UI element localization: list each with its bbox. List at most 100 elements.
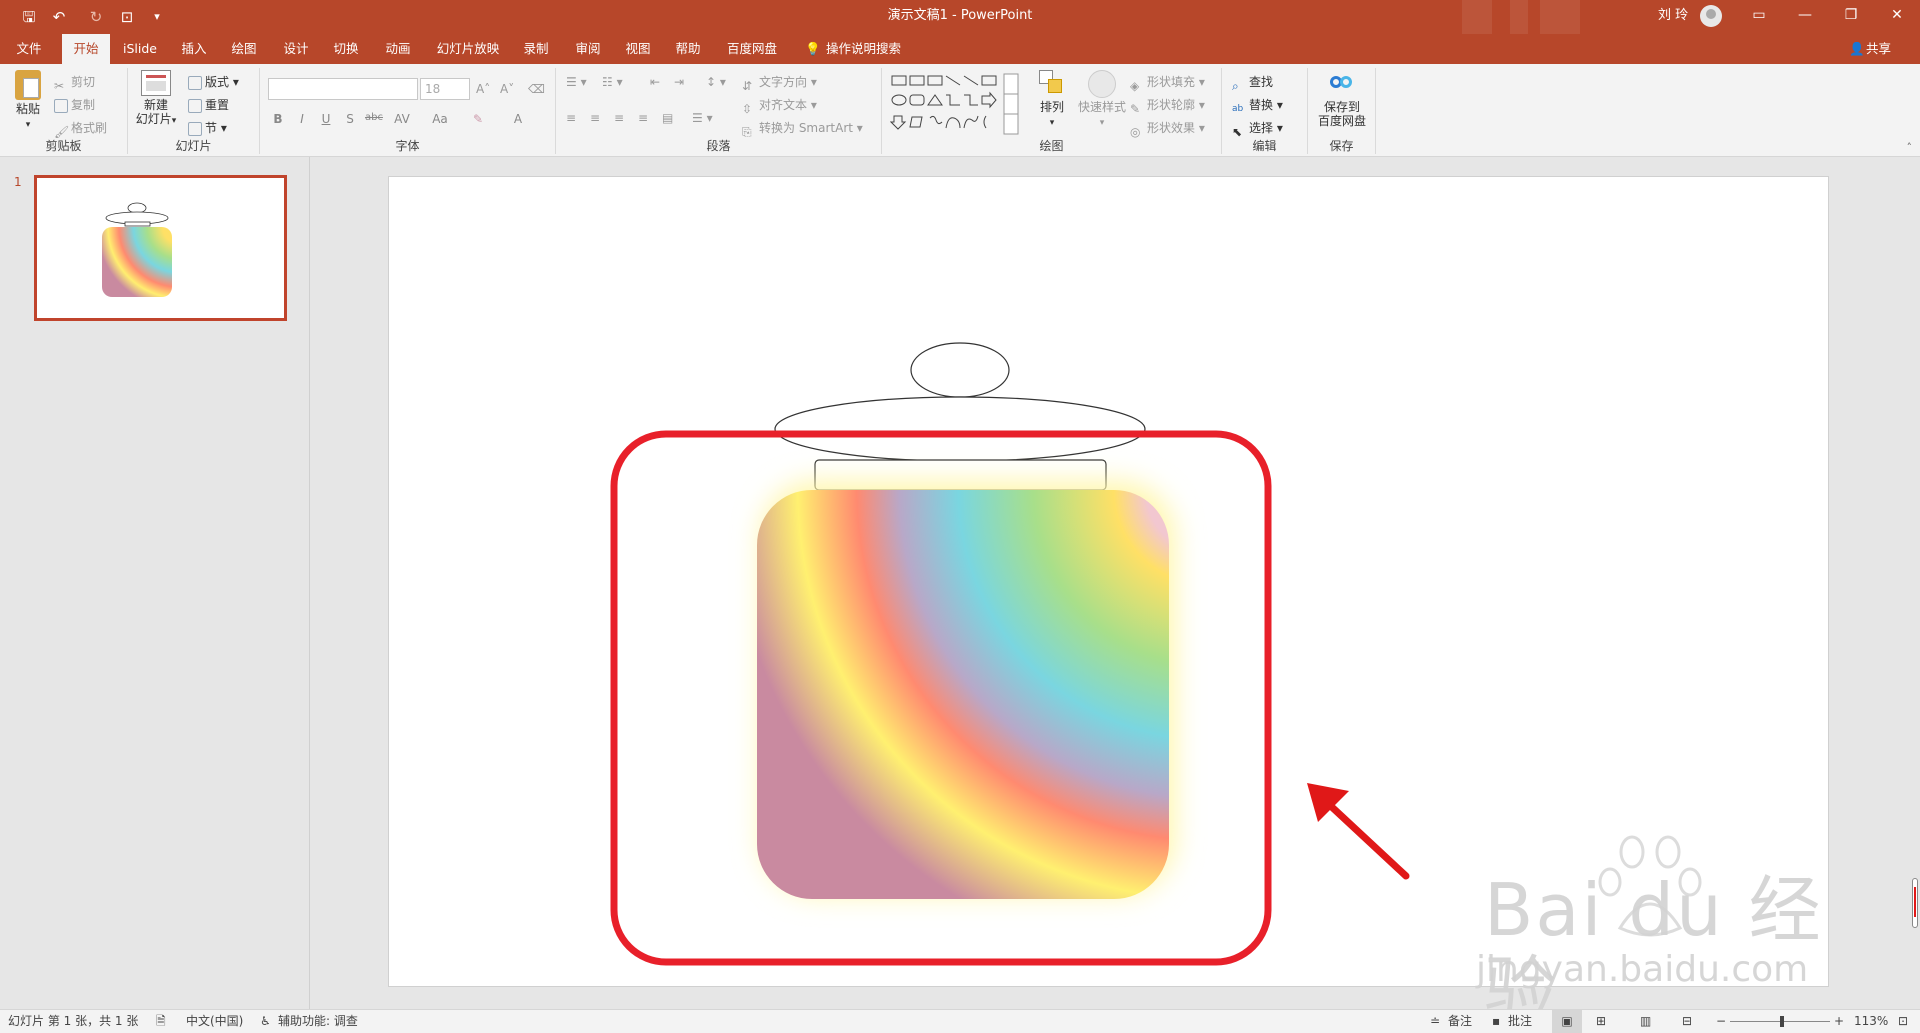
- align-text-icon: ⇳: [742, 101, 753, 116]
- copy-icon: [54, 98, 68, 113]
- user-name[interactable]: 刘 玲: [1658, 0, 1688, 32]
- tab-view[interactable]: 视图: [614, 34, 662, 64]
- minimize-icon[interactable]: —: [1782, 0, 1828, 32]
- zoom-in-icon[interactable]: +: [1834, 1010, 1844, 1033]
- tab-insert[interactable]: 插入: [170, 34, 218, 64]
- shape-effects-button: ◎ 形状效果 ▾: [1130, 121, 1205, 139]
- tell-me-search[interactable]: 操作说明搜索: [826, 34, 926, 64]
- shapes-gallery[interactable]: [890, 72, 1024, 138]
- tab-islide[interactable]: iSlide: [116, 34, 164, 64]
- line-spacing-icon: ↕ ▾: [706, 75, 726, 89]
- slide-sorter-icon[interactable]: ⊞: [1596, 1010, 1606, 1033]
- thumbnail-pane: 1: [0, 157, 310, 1009]
- paste-label: 粘贴: [15, 102, 40, 116]
- shadow-button: S: [346, 112, 354, 126]
- highlight-icon: ✎: [472, 112, 484, 126]
- tab-help[interactable]: 帮助: [664, 34, 712, 64]
- avatar[interactable]: [1700, 5, 1722, 27]
- align-left-icon: ≡: [566, 111, 577, 125]
- title-bar: 🖫 ↶ ↻ ⊡ ▾ 演示文稿1 - PowerPoint 刘 玲 ▭ — ❐ ✕: [0, 0, 1920, 34]
- paste-icon: [15, 70, 41, 100]
- zoom-slider-thumb[interactable]: [1780, 1016, 1784, 1027]
- char-spacing-button: AV: [394, 112, 410, 126]
- change-case-button: Aa: [432, 112, 448, 126]
- new-slide-icon: [141, 70, 171, 96]
- text-direction-label: 文字方向: [759, 75, 808, 89]
- font-size-combo[interactable]: 18: [420, 78, 470, 100]
- comments-button[interactable]: 批注: [1508, 1010, 1532, 1033]
- arrange-icon: [1039, 70, 1065, 98]
- save-to-label-1: 保存到: [1323, 100, 1360, 114]
- zoom-out-icon[interactable]: −: [1716, 1010, 1726, 1033]
- font-name-combo[interactable]: [268, 78, 418, 100]
- vertical-scrollbar[interactable]: [1912, 878, 1918, 928]
- reading-view-icon[interactable]: ▥: [1640, 1010, 1651, 1033]
- scissors-icon: ✂: [54, 78, 65, 93]
- slide-number: 1: [14, 175, 22, 189]
- shape-fill-label: 形状填充: [1147, 75, 1196, 89]
- tab-animations[interactable]: 动画: [374, 34, 422, 64]
- brush-icon: 🖌: [54, 124, 70, 139]
- spellcheck-icon[interactable]: 🗎: [156, 1010, 166, 1033]
- search-icon: ⌕: [1232, 78, 1239, 93]
- save-to-baidu-button[interactable]: 保存到 百度网盘: [1312, 70, 1372, 128]
- bullets-icon: ☰ ▾: [566, 75, 587, 89]
- group-slides: 新建 幻灯片▾ 版式 ▾ 重置 节 ▾ 幻灯片: [128, 68, 260, 154]
- tab-baidu-netdisk[interactable]: 百度网盘: [720, 34, 784, 64]
- section-label: 节: [205, 121, 218, 135]
- slide-info: 幻灯片 第 1 张，共 1 张: [8, 1014, 139, 1028]
- layout-button[interactable]: 版式 ▾: [188, 72, 239, 92]
- notes-icon: ≐: [1430, 1014, 1441, 1028]
- quick-styles-label: 快速样式: [1077, 100, 1126, 114]
- format-painter-button: 🖌 格式刷: [54, 118, 107, 139]
- replace-icon: ab: [1232, 103, 1244, 114]
- close-icon[interactable]: ✕: [1874, 0, 1920, 32]
- zoom-level[interactable]: 113%: [1854, 1010, 1888, 1033]
- language-indicator[interactable]: 中文(中国): [186, 1010, 243, 1033]
- section-button[interactable]: 节 ▾: [188, 118, 227, 138]
- cursor-icon: ⬉: [1232, 124, 1243, 139]
- share-button[interactable]: 共享: [1866, 34, 1906, 64]
- group-label: 绘图: [1039, 139, 1064, 153]
- slide-thumbnail[interactable]: [34, 175, 287, 321]
- group-label: 幻灯片: [175, 139, 212, 153]
- baidu-cloud-icon: [1328, 70, 1356, 96]
- maximize-icon[interactable]: ❐: [1828, 0, 1874, 32]
- paste-button[interactable]: 粘贴 ▾: [8, 70, 48, 132]
- accessibility-status[interactable]: 辅助功能: 调查: [278, 1010, 358, 1033]
- new-slide-button[interactable]: 新建 幻灯片▾: [134, 70, 178, 128]
- tab-draw[interactable]: 绘图: [220, 34, 268, 64]
- tab-record[interactable]: 录制: [512, 34, 560, 64]
- find-label: 查找: [1249, 75, 1274, 89]
- ribbon-tabs: 文件 开始 iSlide 插入 绘图 设计 切换 动画 幻灯片放映 录制 审阅 …: [0, 34, 1920, 64]
- group-save: 保存到 百度网盘 保存: [1308, 68, 1376, 154]
- select-label: 选择: [1249, 121, 1274, 135]
- arrange-button[interactable]: 排列 ▾: [1032, 70, 1072, 130]
- reset-button[interactable]: 重置: [188, 95, 229, 115]
- tab-home[interactable]: 开始: [62, 34, 110, 64]
- comments-icon: ▪: [1492, 1014, 1501, 1028]
- collapse-ribbon-icon[interactable]: ˄: [1907, 141, 1913, 154]
- group-font: 18 A˄ A˅ ⌫ B I U S abc AV Aa ✎ A 字体: [260, 68, 556, 154]
- tab-design[interactable]: 设计: [272, 34, 320, 64]
- text-direction-icon: ⇵: [742, 78, 753, 93]
- group-paragraph: ☰ ▾ ☷ ▾ ⇤ ⇥ ↕ ▾ ⇵ 文字方向 ▾ ⇳ 对齐文本 ▾ ≡ ≡ ≡ ≡ …: [556, 68, 882, 154]
- quick-styles-button: 快速样式 ▾: [1076, 70, 1128, 130]
- normal-view-icon[interactable]: ▣: [1552, 1010, 1582, 1033]
- slideshow-view-icon[interactable]: ⊟: [1682, 1010, 1692, 1033]
- group-label: 剪贴板: [45, 139, 82, 153]
- tab-review[interactable]: 审阅: [564, 34, 612, 64]
- tab-slideshow[interactable]: 幻灯片放映: [428, 34, 508, 64]
- italic-button: I: [300, 112, 304, 126]
- tab-transitions[interactable]: 切换: [322, 34, 370, 64]
- chevron-down-icon: ▾: [25, 120, 31, 130]
- find-button[interactable]: ⌕ 查找: [1232, 72, 1274, 93]
- tab-file[interactable]: 文件: [8, 34, 50, 64]
- decrease-indent-icon: ⇤: [650, 75, 661, 89]
- fit-to-window-icon[interactable]: ⊡: [1898, 1010, 1908, 1033]
- ribbon-display-icon[interactable]: ▭: [1736, 0, 1782, 32]
- notes-button[interactable]: 备注: [1448, 1010, 1472, 1033]
- select-button[interactable]: ⬉ 选择 ▾: [1232, 118, 1283, 139]
- shape-fill-button: ◈ 形状填充 ▾: [1130, 75, 1205, 93]
- replace-button[interactable]: ab 替换 ▾: [1232, 95, 1283, 115]
